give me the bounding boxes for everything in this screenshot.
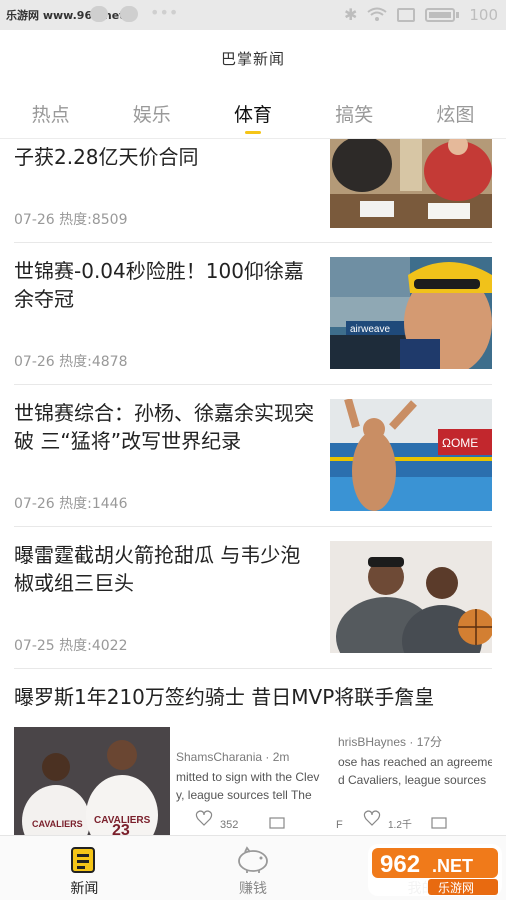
news-thumbnail: ΩOME (330, 399, 492, 511)
app-title: 巴掌新闻 (220, 49, 285, 68)
nav-news[interactable]: 新闻 (0, 836, 169, 900)
svg-text:CAVALIERS: CAVALIERS (32, 819, 83, 829)
news-title: 世锦赛-0.04秒险胜！100仰徐嘉余夺冠 (14, 259, 304, 311)
screen-icon (397, 7, 416, 22)
news-title: 曝雷霆截胡火箭抢甜瓜 与韦少泡椒或组三巨头 (14, 543, 301, 595)
svg-text:352: 352 (220, 819, 238, 831)
more-dots-icon: ••• (150, 3, 179, 22)
news-item[interactable]: 世锦赛综合：孙杨、徐嘉余实现突破 三“猛将”改写世界纪录 07-26 热度:14… (14, 385, 492, 527)
news-image: CAVALIERS CAVALIERS 23 ShamsCharania · 2… (14, 727, 492, 835)
news-item[interactable]: 世锦赛-0.04秒险胜！100仰徐嘉余夺冠 07-26 热度:4878 airw… (14, 243, 492, 385)
news-icon (71, 847, 96, 873)
news-title: 子获2.28亿天价合同 (14, 145, 199, 169)
battery-icon (425, 7, 456, 22)
news-meta: 07-25 热度:4022 (14, 638, 128, 654)
svg-text:ose has reached an agreeme: ose has reached an agreeme (338, 755, 492, 769)
tab-entertainment[interactable]: 娱乐 (101, 88, 202, 136)
category-tabs: 热点 娱乐 体育 搞笑 炫图 (0, 88, 506, 136)
omega-text: ΩOME (442, 436, 478, 450)
system-icons: ✱ 100 (344, 5, 498, 24)
nav-news-label: 新闻 (70, 881, 99, 897)
active-tab-indicator (245, 131, 261, 134)
app-header: 巴掌新闻 (0, 30, 506, 86)
news-item[interactable]: 曝雷霆截胡火箭抢甜瓜 与韦少泡椒或组三巨头 07-25 热度:4022 (14, 527, 492, 669)
tab-sports[interactable]: 体育 (202, 88, 303, 136)
svg-text:y, league sources tell The: y, league sources tell The (176, 788, 312, 802)
svg-text:乐游网: 乐游网 (438, 881, 474, 895)
news-feed: 子获2.28亿天价合同 07-26 热度:8509 世锦赛-0.04秒险胜！10… (0, 139, 506, 835)
tab-hot[interactable]: 热点 (0, 88, 101, 136)
svg-text:mitted to sign with the Clev: mitted to sign with the Clev (176, 770, 319, 784)
news-thumbnail (330, 541, 492, 653)
svg-text:hrisBHaynes · 17分: hrisBHaynes · 17分 (338, 735, 442, 749)
chat-icon (120, 6, 138, 22)
news-item[interactable]: 曝罗斯1年210万签约骑士 昔日MVP将联手詹皇 CAVALIERS CAVAL… (14, 669, 492, 835)
news-title: 曝罗斯1年210万签约骑士 昔日MVP将联手詹皇 (14, 685, 435, 709)
wifi-icon (367, 7, 387, 21)
battery-level: 100 (469, 5, 498, 24)
tab-pictures[interactable]: 炫图 (405, 88, 506, 136)
svg-text:ShamsCharania · 2m: ShamsCharania · 2m (176, 750, 289, 764)
news-meta: 07-26 热度:4878 (14, 354, 128, 370)
svg-text:23: 23 (112, 822, 130, 835)
svg-text:F: F (336, 819, 343, 831)
news-item[interactable]: 子获2.28亿天价合同 07-26 热度:8509 (14, 139, 492, 243)
tab-funny[interactable]: 搞笑 (304, 88, 405, 136)
swim-banner-text: airweave (350, 324, 390, 335)
news-meta: 07-26 热度:1446 (14, 496, 128, 512)
notification-icons: ••• (90, 3, 179, 22)
svg-text:.NET: .NET (432, 856, 473, 876)
piggy-bank-icon (238, 846, 268, 873)
nav-earn[interactable]: 赚钱 (169, 836, 338, 900)
news-title: 世锦赛综合：孙杨、徐嘉余实现突破 三“猛将”改写世界纪录 (14, 401, 314, 453)
site-watermark-logo: 962 .NET 乐游网 (368, 842, 502, 898)
svg-text:962: 962 (380, 851, 420, 878)
nav-earn-label: 赚钱 (239, 881, 267, 897)
status-bar: 乐游网 www.962.net ••• ✱ 100 (0, 0, 506, 30)
news-thumbnail (330, 139, 492, 228)
svg-text:1.2千: 1.2千 (388, 819, 412, 831)
news-thumbnail: airweave (330, 257, 492, 369)
bluetooth-icon: ✱ (343, 5, 358, 24)
svg-text:d Cavaliers, league sources: d Cavaliers, league sources (338, 773, 486, 787)
message-icon (90, 6, 108, 22)
news-meta: 07-26 热度:8509 (14, 212, 128, 228)
